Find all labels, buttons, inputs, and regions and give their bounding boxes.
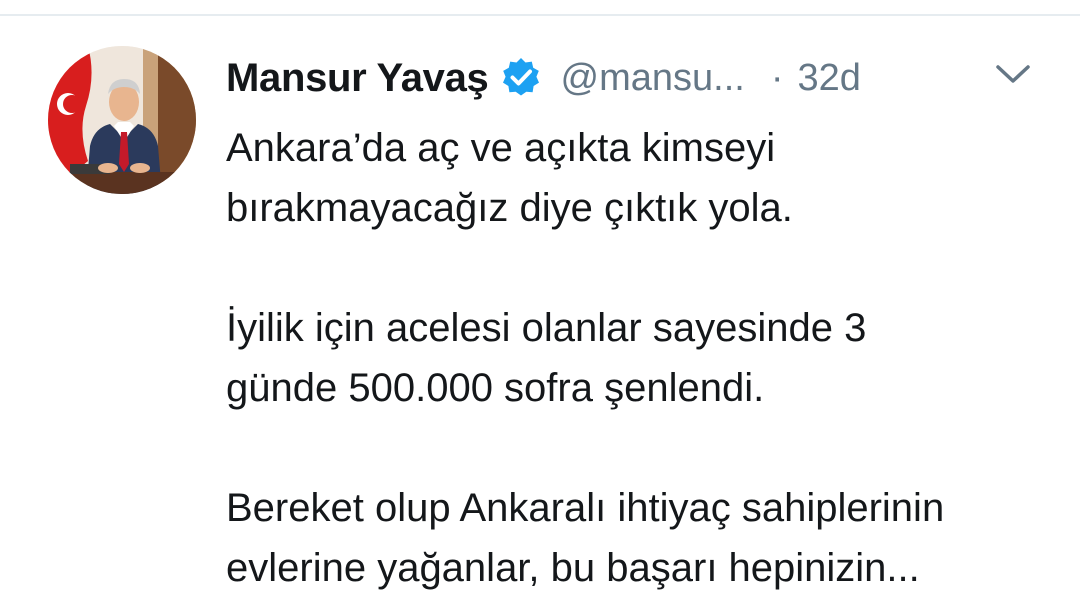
top-divider	[0, 14, 1080, 16]
tweet-line: Bereket olup Ankaralı ihtiyaç sahiplerin…	[226, 486, 945, 530]
author-handle[interactable]: @mansu...	[561, 57, 745, 100]
tweet-header: Mansur Yavaş @mansu... · 32d	[226, 50, 1046, 106]
tweet-paragraph: Bereket olup Ankaralı ihtiyaç sahiplerin…	[226, 478, 1056, 598]
tweet-line: evlerine yağanlar, bu başarı hepinizin..…	[226, 546, 920, 590]
verified-badge-icon	[499, 56, 543, 100]
tweet-paragraph: Ankara’da aç ve açıkta kimseyi bırakmaya…	[226, 118, 1056, 238]
tweet-timestamp[interactable]: 32d	[797, 57, 860, 100]
tweet-body: Ankara’da aç ve açıkta kimseyi bırakmaya…	[226, 118, 1056, 598]
author-name[interactable]: Mansur Yavaş	[226, 56, 489, 101]
tweet-line: Ankara’da aç ve açıkta kimseyi	[226, 126, 776, 170]
tweet-paragraph: İyilik için acelesi olanlar sayesinde 3 …	[226, 298, 1056, 418]
tweet-line: günde 500.000 sofra şenlendi.	[226, 366, 765, 410]
avatar[interactable]	[48, 46, 196, 194]
tweet-line: bırakmayacağız diye çıktık yola.	[226, 186, 793, 230]
chevron-down-icon[interactable]	[990, 56, 1036, 92]
separator-dot: ·	[770, 56, 784, 99]
tweet-line: İyilik için acelesi olanlar sayesinde 3	[226, 306, 867, 350]
tweet-screen: Mansur Yavaş @mansu... · 32d Ankara’da a…	[0, 0, 1080, 600]
